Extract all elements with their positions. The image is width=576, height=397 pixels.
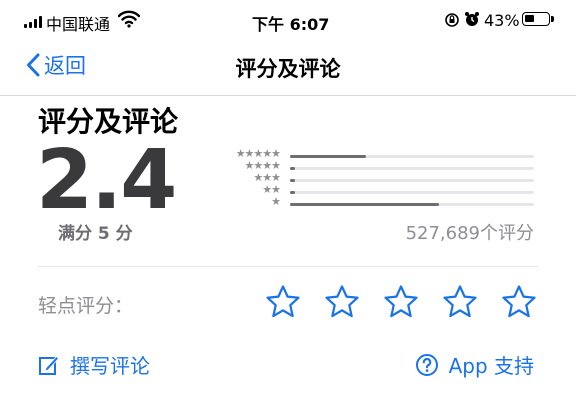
histogram-track xyxy=(290,191,534,194)
histogram-bar-3 xyxy=(290,179,295,182)
out-of-label: 满分 5 分 xyxy=(58,224,133,244)
tap-to-rate-stars xyxy=(264,283,538,321)
histogram-track xyxy=(290,203,534,206)
histogram-stars-1: ★ xyxy=(271,195,281,208)
rotation-lock-icon xyxy=(445,13,459,27)
histogram-track xyxy=(290,179,534,182)
write-review-button[interactable]: 撰写评论 xyxy=(38,350,150,379)
app-support-button[interactable]: App 支持 xyxy=(415,350,534,379)
histogram-bar-4 xyxy=(290,167,295,170)
star-2-icon[interactable] xyxy=(323,283,361,321)
question-circle-icon xyxy=(415,353,438,376)
histogram-row-2: ★★ xyxy=(214,183,536,198)
battery-icon xyxy=(522,12,550,26)
alarm-icon xyxy=(465,12,479,26)
average-rating: 2.4 xyxy=(36,133,177,228)
battery-tip xyxy=(551,16,554,22)
star-1-icon[interactable] xyxy=(264,283,302,321)
star-5-icon[interactable] xyxy=(500,283,538,321)
rating-count: 527,689个评分 xyxy=(405,223,534,244)
navigation-bar: 返回 评分及评论 xyxy=(0,40,576,96)
compose-icon xyxy=(39,355,60,375)
signal-icon xyxy=(24,16,42,28)
tap-to-rate-label: 轻点评分： xyxy=(38,295,134,317)
status-bar: 中国联通 下午 6:07 43% xyxy=(0,0,576,40)
wifi-icon xyxy=(118,10,140,28)
histogram-bar-2 xyxy=(290,191,295,194)
carrier-name: 中国联通 xyxy=(46,15,111,34)
nav-title: 评分及评论 xyxy=(235,57,341,81)
star-4-icon[interactable] xyxy=(441,283,479,321)
histogram-track xyxy=(290,167,534,170)
app-support-label: App 支持 xyxy=(448,354,534,378)
histogram-bar-5 xyxy=(290,155,366,158)
status-time: 下午 6:07 xyxy=(252,15,330,34)
divider xyxy=(38,266,538,267)
write-review-label: 撰写评论 xyxy=(70,354,150,378)
star-3-icon[interactable] xyxy=(382,283,420,321)
histogram-bar-1 xyxy=(290,203,439,206)
histogram-track xyxy=(290,155,534,158)
battery-percent: 43% xyxy=(484,11,520,30)
histogram-row-1: ★ xyxy=(214,195,536,210)
